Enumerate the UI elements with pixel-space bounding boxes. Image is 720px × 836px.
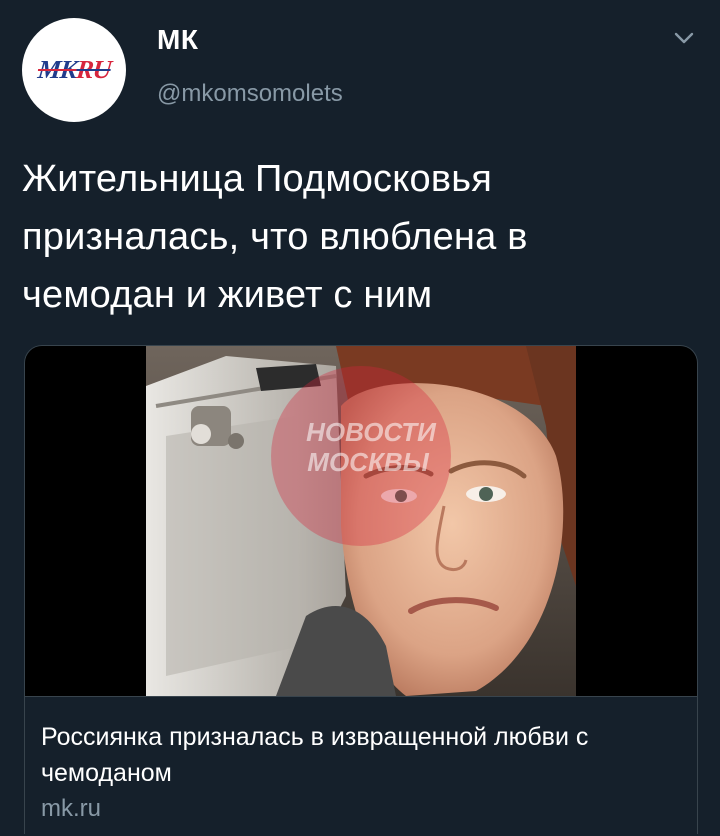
card-caption[interactable]: Россиянка призналась в извращенной любви… [25, 696, 697, 834]
watermark-line1: НОВОСТИ [306, 417, 437, 447]
author-name[interactable]: МК [157, 24, 198, 56]
mk-ru-logo: MKRU [36, 55, 112, 84]
avatar[interactable]: MKRU [22, 18, 126, 122]
author-handle[interactable]: @mkomsomolets [157, 80, 343, 108]
watermark-line2: МОСКВЫ [307, 447, 429, 477]
link-card[interactable]: НОВОСТИ МОСКВЫ Россиянка призналась в из… [24, 345, 698, 834]
card-photo: НОВОСТИ МОСКВЫ [146, 346, 576, 696]
photo-illustration: НОВОСТИ МОСКВЫ [146, 346, 576, 696]
card-image[interactable]: НОВОСТИ МОСКВЫ [25, 346, 697, 696]
tweet-text: Жительница Подмосковья призналась, что в… [22, 158, 528, 316]
tweet: MKRU МК @mkomsomolets Жительница Подмоск… [0, 0, 720, 836]
card-domain: mk.ru [41, 795, 101, 822]
chevron-down-icon[interactable] [672, 28, 696, 48]
card-title[interactable]: Россиянка призналась в извращенной любви… [41, 719, 661, 791]
